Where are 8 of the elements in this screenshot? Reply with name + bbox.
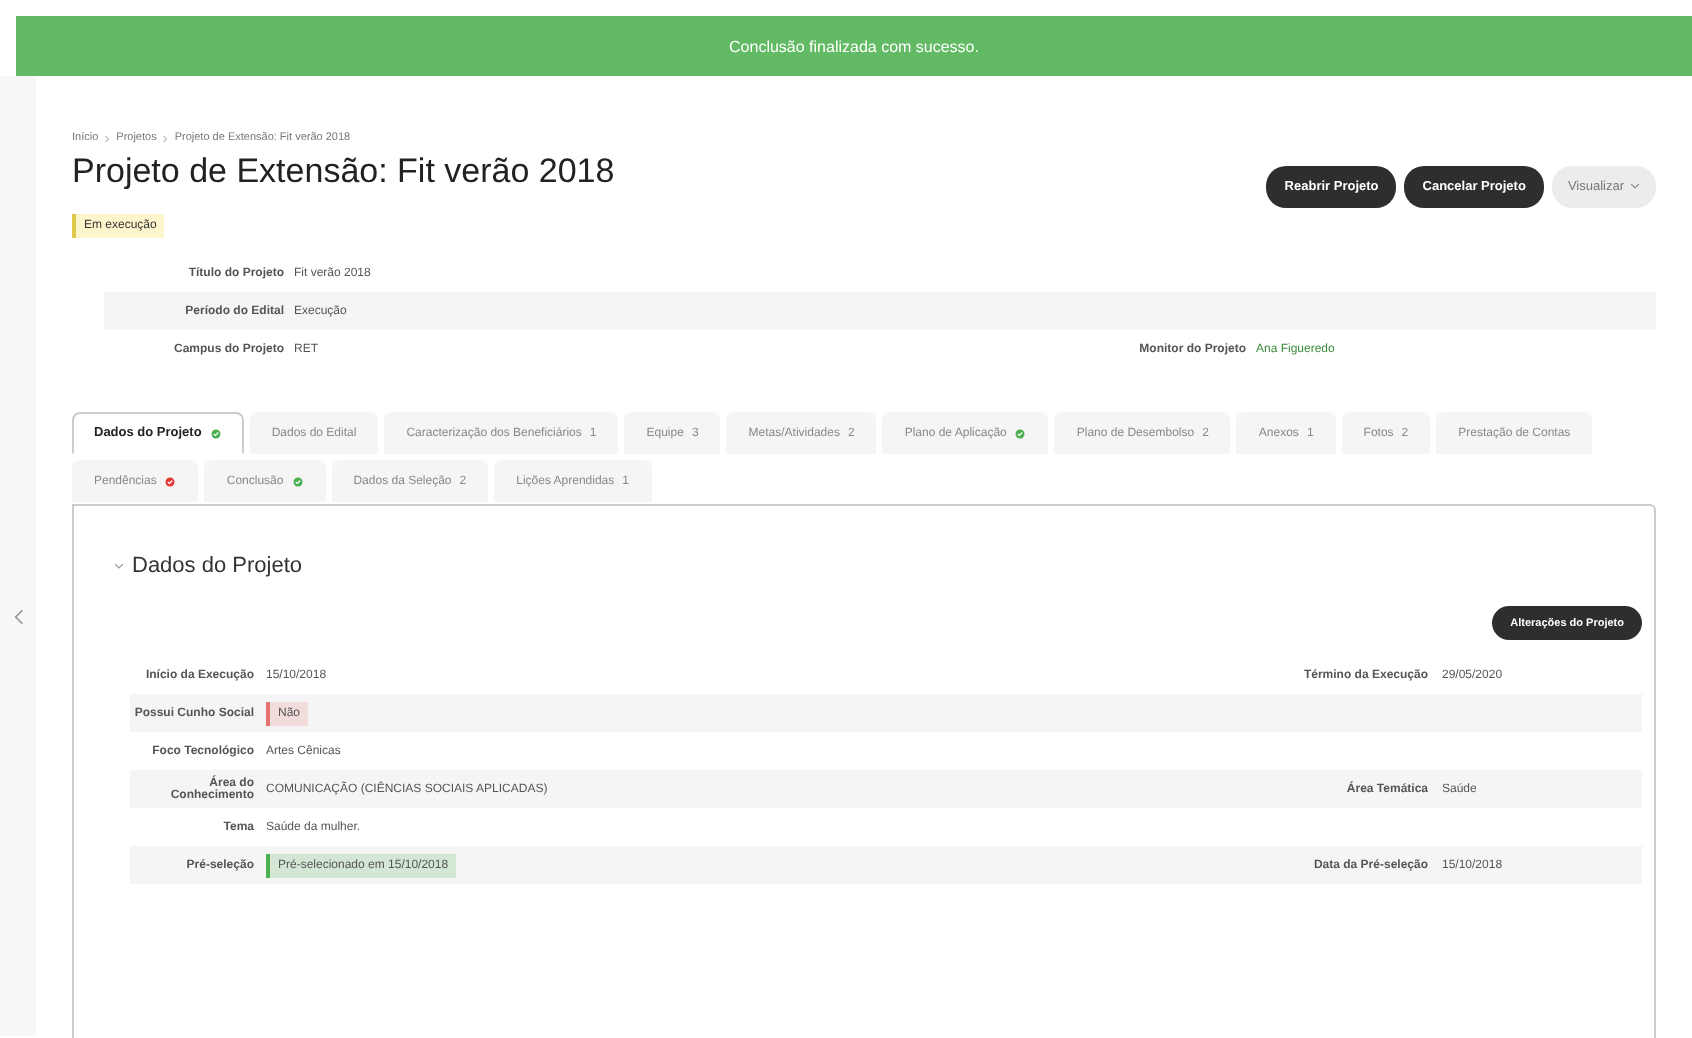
page-title: Projeto de Extensão: Fit verão 2018 [72, 152, 615, 192]
chevron-right-icon [162, 133, 169, 143]
caret-icon [1630, 182, 1640, 190]
chevron-down-icon[interactable] [114, 562, 124, 570]
section-title: Dados do Projeto [132, 554, 302, 578]
success-banner: Conclusão finalizada com sucesso. [16, 16, 1692, 76]
chevron-right-icon [104, 133, 111, 143]
chevron-left-icon[interactable] [13, 607, 23, 625]
